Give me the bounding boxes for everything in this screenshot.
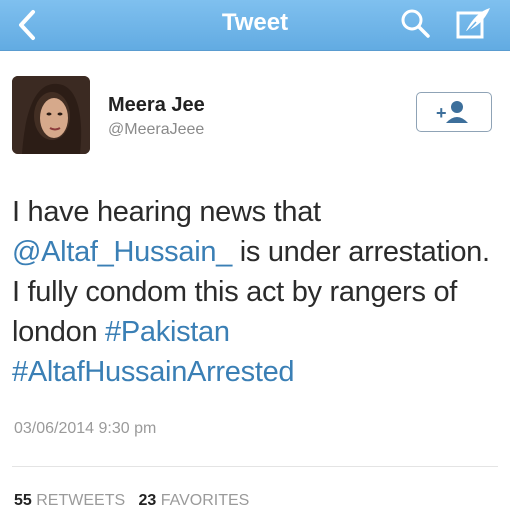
retweets-label[interactable]: RETWEETS [36,492,125,509]
mention-link[interactable]: @Altaf_Hussain_ [12,236,232,268]
hashtag-link[interactable]: #Pakistan [105,316,230,348]
top-navigation-bar: Tweet [0,0,510,51]
hashtag-link[interactable]: #AltafHussainArrested [12,356,295,388]
add-user-icon: + [436,101,468,123]
favorites-label[interactable]: FAVORITES [161,492,250,509]
user-handle[interactable]: @MeeraJeee [108,121,204,139]
compose-icon[interactable] [454,5,494,41]
avatar-photo [12,76,90,154]
divider [12,466,498,467]
follow-button[interactable]: + [416,92,492,132]
tweet-stats: 55 RETWEETS 23 FAVORITES [14,492,249,510]
tweet-timestamp: 03/06/2014 9:30 pm [14,420,157,437]
tweet-text-part: I have hearing news that [12,196,321,228]
search-icon[interactable] [398,6,432,40]
tweet-text: I have hearing news that @Altaf_Hussain_… [12,192,502,392]
svg-text:+: + [436,103,447,123]
favorites-count[interactable]: 23 [138,492,156,509]
user-name[interactable]: Meera Jee [108,94,205,117]
page-title: Tweet [221,9,289,36]
avatar[interactable] [12,76,90,154]
retweets-count[interactable]: 55 [14,492,32,509]
